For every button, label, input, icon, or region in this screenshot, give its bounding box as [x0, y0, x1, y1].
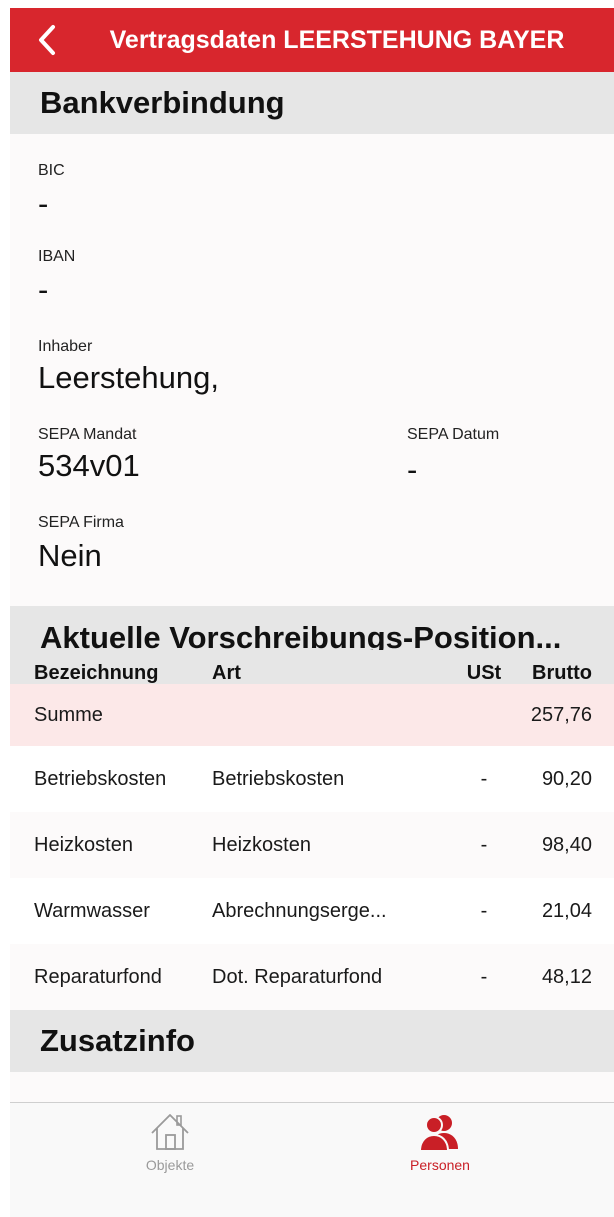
tab-personen[interactable]: Personen	[340, 1103, 540, 1185]
iban-label: IBAN	[38, 248, 76, 265]
cell-art	[212, 684, 422, 746]
section-header-bankverbindung: Bankverbindung	[10, 72, 614, 134]
iban-field: IBAN	[38, 248, 75, 266]
tab-objekte[interactable]: Objekte	[70, 1103, 270, 1185]
bic-value-wrap: -	[38, 186, 48, 222]
bic-field: BIC	[38, 162, 65, 180]
top-navigation-bar: Vertragsdaten LEERSTEHUNG BAYER	[10, 8, 614, 72]
cell-brutto: 90,20	[541, 768, 592, 790]
sepa-date-value-wrap: -	[407, 452, 417, 488]
table-row[interactable]: Warmwasser Abrechnungserge... - 21,04	[10, 878, 614, 944]
sepa-mandate-field: SEPA Mandat	[38, 426, 136, 444]
table-row-summe[interactable]: Summe 257,76	[10, 684, 614, 746]
bic-value: -	[38, 186, 49, 221]
cell-art: Heizkosten	[212, 834, 311, 856]
section-header-zusatzinfo: Zusatzinfo	[10, 1010, 614, 1072]
people-icon	[418, 1111, 462, 1158]
sepa-company-value: Nein	[38, 538, 102, 573]
house-icon	[148, 1111, 192, 1158]
table-row[interactable]: Heizkosten Heizkosten - 98,40	[10, 812, 614, 878]
cell-name: Warmwasser	[34, 900, 150, 922]
cell-brutto: 98,40	[541, 834, 592, 856]
page-title: Vertragsdaten LEERSTEHUNG BAYER	[109, 26, 565, 54]
cell-art: Dot. Reparaturfond	[212, 966, 383, 988]
cell-brutto: 21,04	[541, 900, 592, 922]
chevron-left-icon	[39, 25, 55, 55]
sepa-date-label: SEPA Datum	[407, 426, 500, 443]
sepa-date-field: SEPA Datum	[407, 426, 499, 444]
back-button[interactable]	[32, 22, 62, 58]
sepa-company-field: SEPA Firma	[38, 514, 124, 532]
cell-name: Reparaturfond	[34, 966, 162, 988]
sepa-company-value-wrap: Nein	[38, 538, 102, 574]
cell-brutto: 48,12	[541, 966, 592, 988]
bank-details: BIC - IBAN - Inhaber Leerstehung, SEPA M…	[10, 134, 614, 606]
cell-name: Heizkosten	[34, 834, 133, 856]
holder-field: Inhaber	[38, 338, 92, 356]
tab-bar: Objekte Personen	[10, 1102, 614, 1217]
bic-label: BIC	[38, 162, 65, 179]
cell-name: Betriebskosten	[34, 768, 167, 790]
table-row[interactable]: Reparaturfond Dot. Reparaturfond - 48,12	[10, 944, 614, 1010]
cell-brutto: 257,76	[530, 704, 592, 726]
sepa-mandate-value-wrap: 534v01	[38, 448, 140, 484]
sepa-mandate-label: SEPA Mandat	[38, 426, 137, 443]
sepa-company-label: SEPA Firma	[38, 514, 124, 531]
tab-personen-label: Personen	[410, 1157, 470, 1173]
holder-label: Inhaber	[38, 338, 93, 355]
iban-value-wrap: -	[38, 272, 48, 308]
sepa-date-value: -	[407, 452, 418, 487]
holder-value-wrap: Leerstehung,	[38, 360, 219, 396]
tab-objekte-label: Objekte	[145, 1157, 195, 1173]
table-row[interactable]: Betriebskosten Betriebskosten - 90,20	[10, 746, 614, 812]
cell-art: Betriebskosten	[212, 768, 345, 790]
holder-value: Leerstehung,	[38, 360, 219, 395]
cell-art: Abrechnungserge...	[212, 900, 387, 922]
sepa-mandate-value: 534v01	[38, 448, 140, 483]
iban-value: -	[38, 272, 49, 307]
cell-name: Summe	[34, 704, 103, 726]
